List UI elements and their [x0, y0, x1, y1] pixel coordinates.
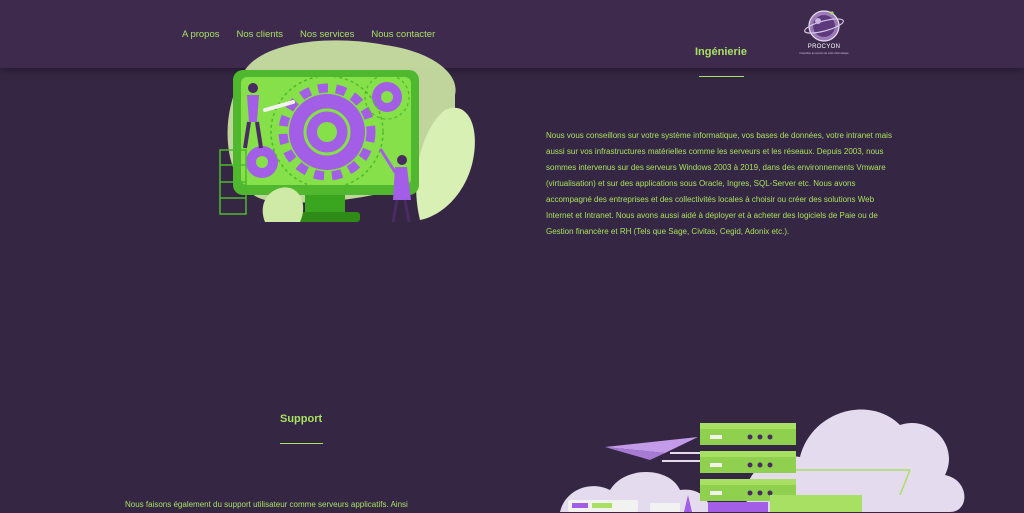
section-underline-ingenierie	[699, 76, 744, 77]
engineering-illustration	[219, 40, 475, 223]
logo-name: PROCYON	[807, 44, 841, 50]
section-body-support: Nous faisons également du support utilis…	[125, 500, 408, 509]
nav-link-nos-clients[interactable]: Nos clients	[237, 29, 283, 40]
top-navigation-bar: A propos Nos clients Nos services Nous c…	[0, 0, 1024, 68]
section-underline-support	[280, 443, 323, 444]
section-title-ingenierie: Ingénierie	[695, 46, 747, 58]
section-body-ingenierie: Nous vous conseillons sur votre système …	[546, 131, 892, 236]
section-title-support: Support	[280, 413, 323, 425]
logo-tagline: l'expertise au service de votre informat…	[799, 52, 849, 55]
nav-link-a-propos[interactable]: A propos	[182, 29, 220, 40]
nav-link-nos-services[interactable]: Nos services	[300, 29, 354, 40]
main-nav: A propos Nos clients Nos services Nous c…	[182, 29, 435, 40]
support-server-illustration	[560, 409, 965, 512]
nav-link-nous-contacter[interactable]: Nous contacter	[371, 29, 435, 40]
